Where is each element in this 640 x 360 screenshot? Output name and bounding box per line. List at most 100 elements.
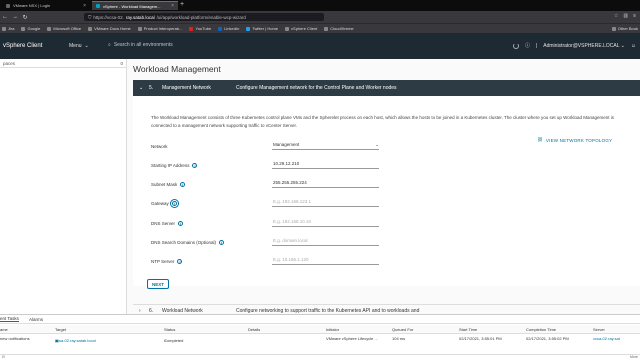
new-tab-icon[interactable]: + [180, 1, 184, 8]
info-icon[interactable]: i [192, 163, 198, 168]
tab-title: vSphere - Workload Managem... [103, 3, 161, 9]
url-prefix: https://vcsa-02. [93, 14, 124, 20]
task-queued: 104 ms [392, 336, 406, 341]
info-icon[interactable]: i [180, 182, 186, 187]
bookmark-item[interactable]: VMware Docs Home [88, 26, 131, 31]
subnet-label: Subnet Mask [151, 182, 178, 187]
info-icon[interactable]: i [178, 221, 184, 226]
browser-tab-nsx[interactable]: VMware NSX | Login × [2, 1, 90, 10]
view-network-topology-link[interactable]: ⛓ VIEW NETWORK TOPOLOGY [537, 137, 612, 143]
left-panel-header: paces 0 [0, 59, 126, 68]
menu-dropdown[interactable]: Menu ⌄ [69, 43, 89, 49]
more-tasks-link[interactable]: More [630, 355, 638, 359]
task-start: 02/17/2021, 3:55:01 PM [459, 336, 502, 341]
bookmark-icon [285, 26, 290, 31]
reload-icon[interactable]: ↻ [20, 14, 30, 21]
bookmark-icon [324, 26, 329, 31]
column-header[interactable]: Initiator [326, 327, 339, 332]
column-header[interactable]: Target [55, 327, 66, 332]
dns-search-input[interactable]: E.g. domain.local [272, 238, 379, 246]
column-header[interactable]: Completion Time [526, 327, 556, 332]
browser-tab-vsphere[interactable]: vSphere - Workload Managem... × [92, 1, 178, 10]
bookmark-item[interactable]: LinkedIn [218, 26, 239, 31]
bookmark-item[interactable]: vSphere Client [285, 26, 317, 31]
bookmark-item[interactable]: Jira [2, 26, 14, 31]
tab-alarms[interactable]: Alarms [29, 317, 43, 322]
search-icon: ⌕ [108, 42, 111, 48]
twitter-icon [246, 26, 251, 31]
task-initiator: VMware vSphere Lifecycle ... [326, 336, 378, 341]
step-header-management-network[interactable]: ⌄ 5. Management Network Configure Manage… [133, 80, 640, 96]
header-right: ⓘ | Administrator@VSPHERE.LOCAL ⌄ ☺ [512, 42, 636, 49]
folder-icon [611, 26, 616, 31]
menu-icon[interactable]: ≡ [633, 13, 636, 19]
column-header[interactable]: Status [164, 327, 175, 332]
step-name: Workload Network [162, 307, 203, 314]
close-icon[interactable]: × [171, 3, 174, 9]
chevron-right-icon: › [139, 307, 141, 314]
step-description: The Workload Management consists of thre… [151, 115, 615, 128]
url-bar[interactable]: ⛉ https://vcsa-02. ray.satab.local/ui/app… [84, 13, 324, 21]
forward-icon[interactable]: → [10, 14, 20, 20]
info-icon[interactable]: i [219, 240, 225, 245]
youtube-icon [189, 26, 194, 31]
help-icon[interactable]: ⓘ [525, 42, 530, 49]
dns-search-label: DNS Search Domains (Optional) [151, 240, 217, 245]
column-header[interactable]: Queued For [392, 327, 413, 332]
bookmark-item[interactable]: YouTube [189, 26, 211, 31]
chevron-down-icon: ⌄ [375, 142, 379, 147]
main-content: Workload Management ⌄ 5. Management Netw… [127, 59, 640, 314]
filter-icon[interactable]: ⊟ [2, 355, 5, 359]
smiley-icon[interactable]: ☺ [631, 43, 636, 49]
library-icon[interactable]: ▥ [623, 13, 628, 19]
bookmark-item[interactable]: Google [21, 26, 40, 31]
bookmark-icon [88, 26, 93, 31]
gateway-input[interactable]: E.g. 192.168.123.1 [272, 199, 379, 207]
vsphere-header: vSphere Client Menu ⌄ ⌕ Search in all en… [0, 33, 640, 59]
column-header[interactable]: ame [0, 327, 8, 332]
step-content: The Workload Management consists of thre… [133, 96, 640, 286]
network-label: Network [151, 144, 168, 149]
other-bookmarks[interactable]: Other Book [611, 26, 638, 31]
separator: | [535, 42, 538, 49]
next-button[interactable]: NEXT [147, 279, 169, 289]
user-menu[interactable]: Administrator@VSPHERE.LOCAL ⌄ [543, 43, 625, 49]
browser-toolbar-right: ☆ ▥ ≡ [614, 13, 636, 19]
close-icon[interactable]: × [83, 3, 86, 9]
tasks-footer: ⊟ More [0, 354, 640, 360]
left-panel: paces 0 [0, 59, 127, 314]
start-ip-input[interactable]: 10.29.12.210 [272, 161, 379, 169]
info-icon[interactable]: i [177, 259, 183, 264]
bookmark-item[interactable]: Product Interoperab... [137, 26, 182, 31]
step-summary: Configure Management network for the Con… [236, 85, 397, 91]
ntp-row: NTP Server i E.g. 10.166.1.120 [151, 256, 411, 268]
step-header-workload-network[interactable]: › 6. Workload Network Configure networki… [133, 304, 640, 314]
chevron-down-icon: ⌄ [139, 85, 144, 91]
global-search[interactable]: ⌕ Search in all environments [108, 42, 173, 48]
start-ip-label: Starting IP Address [151, 163, 190, 168]
nsx-favicon-icon [6, 3, 10, 8]
tab-recent-tasks[interactable]: ent Tasks [0, 316, 19, 322]
star-icon[interactable]: ☆ [614, 13, 618, 19]
tab-title: VMware NSX | Login [13, 3, 51, 8]
bookmark-item[interactable]: Microsoft Office [47, 26, 81, 31]
dns-row: DNS Server i E.g. 192.168.10.10 [151, 218, 411, 230]
column-header[interactable]: Details [248, 327, 260, 332]
back-icon[interactable]: ← [0, 14, 10, 20]
column-header[interactable]: Server [593, 327, 605, 332]
network-select[interactable]: Management ⌄ [272, 142, 379, 150]
bookmark-icon [2, 26, 6, 31]
bookmark-item[interactable]: Twitter | Home [246, 26, 278, 31]
info-icon[interactable]: i [169, 199, 179, 208]
topology-icon: ⛓ [537, 137, 543, 142]
column-header[interactable]: Start Time [459, 327, 477, 332]
subnet-input[interactable]: 255.255.255.224 [272, 180, 379, 188]
bookmark-item[interactable]: CloudXtreme [324, 26, 354, 31]
ntp-input[interactable]: E.g. 10.166.1.120 [272, 257, 379, 265]
dns-input[interactable]: E.g. 192.168.10.10 [272, 219, 379, 227]
step-number: 5. [149, 85, 154, 91]
ntp-label: NTP Server [151, 259, 175, 264]
url-path: /ui/app/workload-platform/enable-wcp-wiz… [156, 14, 246, 20]
table-row[interactable]: new notifications ▣ vcsa-02.ray.satab.lo… [0, 334, 640, 343]
task-server[interactable]: vcsa-02.ray.sat [593, 336, 620, 341]
